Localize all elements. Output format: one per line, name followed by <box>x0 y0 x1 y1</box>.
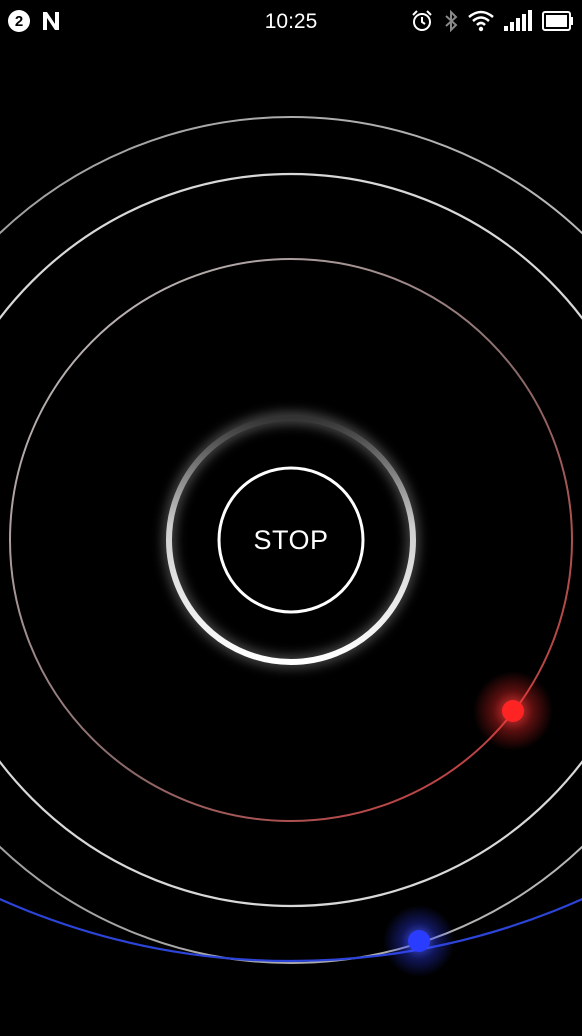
red-dot <box>502 700 524 722</box>
stop-button[interactable]: STOP <box>218 467 364 613</box>
blue-dot <box>408 930 430 952</box>
